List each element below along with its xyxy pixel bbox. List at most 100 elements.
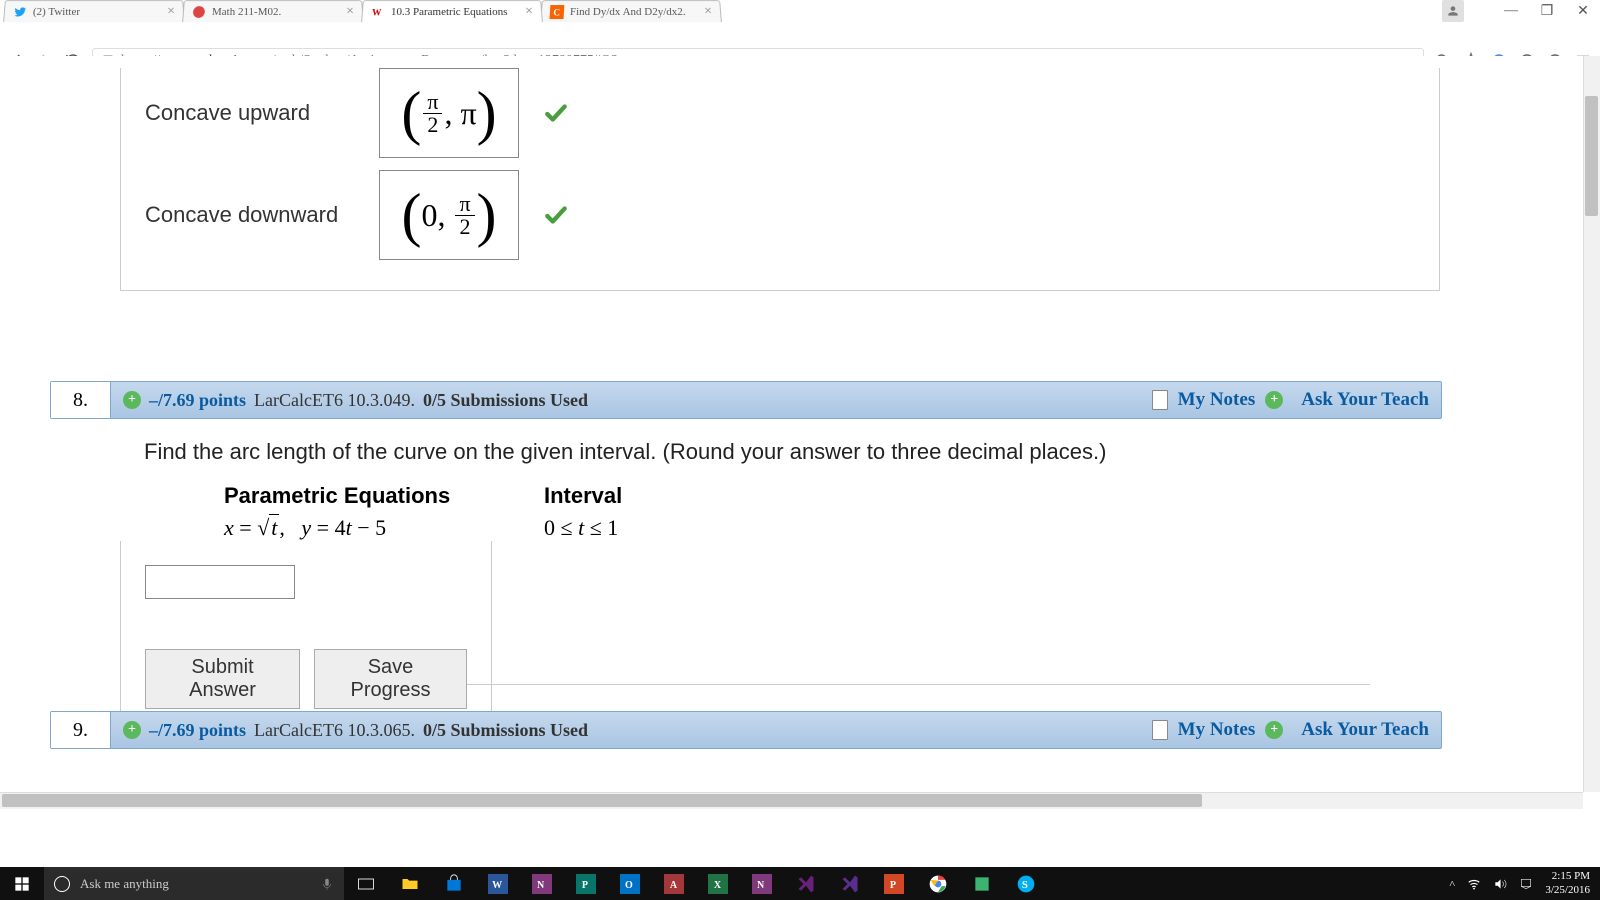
task-view-button[interactable] [344,867,388,900]
file-explorer-button[interactable] [388,867,432,900]
skype-button[interactable]: S [1004,867,1048,900]
tray-chevron-icon[interactable]: ˄ [1449,878,1455,890]
webassign-icon: W [370,5,385,19]
col-interval: Interval [544,483,622,509]
notifications-icon[interactable] [1519,877,1533,891]
date-label: 3/25/2016 [1545,884,1590,897]
close-icon[interactable]: × [704,4,713,20]
clock[interactable]: 2:15 PM 3/25/2016 [1545,870,1590,896]
time-label: 2:15 PM [1545,870,1590,883]
twitter-icon [12,5,27,19]
svg-text:P: P [582,880,588,891]
svg-text:X: X [714,880,722,891]
svg-text:W: W [372,8,383,18]
tab-label: Find Dy/dx And D2y/dx2. [570,6,701,18]
divider [420,684,1370,685]
expand-icon[interactable]: + [123,391,141,409]
tab-label: Math 211-M02. [212,6,343,18]
close-icon[interactable]: × [346,4,355,20]
excel-button[interactable]: X [696,867,740,900]
user-button[interactable] [1442,0,1464,22]
concave-down-label: Concave downward [145,202,355,228]
taskbar-apps: W N P O A X N P S [344,867,1048,900]
publisher-button[interactable]: P [564,867,608,900]
concave-upward-row: Concave upward ( π2, π ) [145,68,1415,158]
svg-text:W: W [492,880,502,891]
question-number: 9. [51,712,111,748]
check-icon [543,202,569,228]
app-button[interactable] [960,867,1004,900]
outlook-button[interactable]: O [608,867,652,900]
tab-webassign[interactable]: W 10.3 Parametric Equations × [361,0,543,22]
question-number: 8. [51,382,111,418]
onenote-button[interactable]: N [520,867,564,900]
submissions-label: 0/5 Submissions Used [423,390,588,411]
concave-up-answer[interactable]: ( π2, π ) [379,68,519,158]
svg-text:P: P [890,880,896,891]
mic-icon[interactable] [320,877,334,891]
submissions-label: 0/5 Submissions Used [423,720,588,741]
ask-teacher-link[interactable]: Ask Your Teach [1301,389,1429,411]
close-window-button[interactable]: ✕ [1574,2,1592,20]
answer-input[interactable] [145,565,295,599]
parametric-equations: x = t, y = 4t − 5 [224,515,504,541]
page-content: Concave upward ( π2, π ) Concave downwar… [0,56,1600,792]
close-icon[interactable]: × [525,4,534,20]
question-8-body: Find the arc length of the curve on the … [120,419,1440,545]
tab-twitter[interactable]: (2) Twitter × [3,0,185,22]
minimize-button[interactable]: — [1502,2,1520,20]
expand-icon[interactable]: + [123,721,141,739]
close-icon[interactable]: × [167,4,176,20]
chegg-icon: C [549,5,564,19]
onenote2-button[interactable]: N [740,867,784,900]
maximize-button[interactable]: ❐ [1538,2,1556,20]
points-label: –/7.69 points [149,390,246,411]
tab-label: 10.3 Parametric Equations [391,6,522,18]
plus-icon[interactable]: + [1265,721,1283,739]
save-progress-button[interactable]: Save Progress [314,649,467,709]
scroll-thumb[interactable] [1585,96,1598,216]
powerpoint-button[interactable]: P [872,867,916,900]
scroll-thumb[interactable] [2,794,1202,807]
system-tray: ˄ 2:15 PM 3/25/2016 [1449,870,1600,896]
submit-answer-button[interactable]: Submit Answer [145,649,300,709]
cortana-placeholder: Ask me anything [80,876,169,892]
tab-chegg[interactable]: C Find Dy/dx And D2y/dx2. × [540,0,722,22]
notes-icon[interactable] [1152,390,1168,410]
svg-text:C: C [553,8,560,18]
tab-math211[interactable]: Math 211-M02. × [182,0,364,22]
doc-icon [191,5,206,19]
chrome-button[interactable] [916,867,960,900]
access-button[interactable]: A [652,867,696,900]
reference-label: LarCalcET6 10.3.065. [254,720,415,741]
question-8-answer-area: Submit Answer Save Progress [120,541,492,730]
windows-taskbar: Ask me anything W N P O A X N P S ˄ 2:15… [0,867,1600,900]
word-button[interactable]: W [476,867,520,900]
notes-icon[interactable] [1152,720,1168,740]
question-prompt: Find the arc length of the curve on the … [144,439,1416,465]
my-notes-link[interactable]: My Notes [1178,719,1256,741]
vertical-scrollbar[interactable] [1583,56,1600,792]
plus-icon[interactable]: + [1265,391,1283,409]
svg-text:N: N [757,880,765,891]
store-button[interactable] [432,867,476,900]
col-parametric: Parametric Equations [224,483,504,509]
reference-label: LarCalcET6 10.3.049. [254,390,415,411]
volume-icon[interactable] [1493,877,1507,891]
concave-down-answer[interactable]: ( 0, π2 ) [379,170,519,260]
wifi-icon[interactable] [1467,877,1481,891]
interval-value: 0 ≤ t ≤ 1 [544,515,618,541]
visualstudio-button[interactable] [784,867,828,900]
cortana-search[interactable]: Ask me anything [44,867,344,900]
equation-table: Parametric Equations Interval x = t, y =… [224,483,1416,541]
concave-downward-row: Concave downward ( 0, π2 ) [145,170,1415,260]
ask-teacher-link[interactable]: Ask Your Teach [1301,719,1429,741]
cortana-icon [54,876,70,892]
start-button[interactable] [0,867,44,900]
svg-text:S: S [1022,879,1028,891]
my-notes-link[interactable]: My Notes [1178,389,1256,411]
horizontal-scrollbar[interactable] [0,792,1583,809]
browser-tab-strip: (2) Twitter × Math 211-M02. × W 10.3 Par… [0,0,1400,22]
visualstudio2-button[interactable] [828,867,872,900]
question-7-body: Concave upward ( π2, π ) Concave downwar… [120,68,1440,291]
